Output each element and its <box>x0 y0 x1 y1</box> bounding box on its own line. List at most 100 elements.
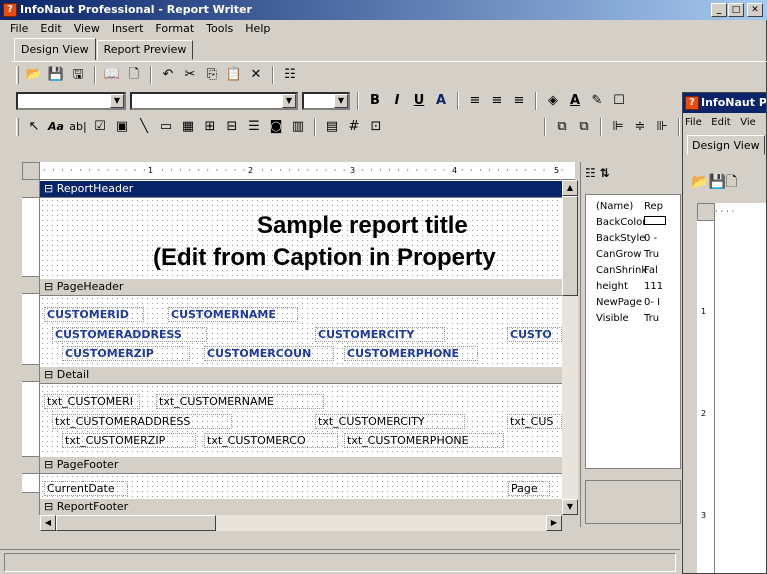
print-preview-icon[interactable]: 🗋 <box>125 66 143 84</box>
chart-tool-icon[interactable]: ▦ <box>179 118 197 136</box>
label-customercity[interactable]: CUSTOMERCITY <box>315 327 445 342</box>
bring-front-icon[interactable]: ⧉ <box>553 118 571 136</box>
menu-file[interactable]: File <box>4 20 34 38</box>
band-page-footer[interactable]: ⊟ PageFooter <box>40 456 562 474</box>
scroll-left-icon[interactable]: ◀ <box>40 515 56 531</box>
menu-tools[interactable]: Tools <box>200 20 239 38</box>
pagebreak-tool-icon[interactable]: ⊟ <box>223 118 241 136</box>
scroll-right-icon[interactable]: ▶ <box>546 515 562 531</box>
band-page-header[interactable]: ⊟ PageHeader <box>40 278 562 296</box>
copy-icon[interactable]: ⎘ <box>203 66 221 84</box>
menu-edit[interactable]: Edit <box>34 20 67 38</box>
ole-tool-icon[interactable]: ◙ <box>267 118 285 136</box>
save-icon[interactable]: 💾 <box>708 174 725 190</box>
label-customerid[interactable]: CUSTOMERID <box>44 307 144 322</box>
label-tool-icon[interactable]: Aa <box>47 118 65 136</box>
menu-file[interactable]: File <box>685 117 702 128</box>
report-title-line2[interactable]: (Edit from Caption in Property <box>153 244 496 272</box>
second-window-title-bar[interactable]: ? InfoNaut P <box>683 93 766 113</box>
bold-icon[interactable]: B <box>366 92 384 110</box>
alphabetical-sort-icon[interactable]: ⇅ <box>600 166 610 180</box>
tab-design-view[interactable]: Design View <box>687 135 765 155</box>
undo-icon[interactable]: ↶ <box>159 66 177 84</box>
band-detail[interactable]: ⊟ Detail <box>40 366 562 384</box>
align-left-icon[interactable]: ≡ <box>466 92 484 110</box>
horizontal-scrollbar[interactable]: ◀ ▶ <box>40 515 562 531</box>
textbox-customerzip[interactable]: txt_CUSTOMERZIP <box>62 433 196 448</box>
menu-insert[interactable]: Insert <box>106 20 150 38</box>
textbox-customername[interactable]: txt_CUSTOMERNAME <box>156 394 324 409</box>
label-customerphone[interactable]: CUSTOMERPHONE <box>344 346 478 361</box>
menu-format[interactable]: Format <box>149 20 200 38</box>
save-icon[interactable]: 💾 <box>47 66 65 84</box>
border-icon[interactable]: ☐ <box>610 92 628 110</box>
scroll-up-icon[interactable]: ▲ <box>562 180 578 196</box>
font-name-combo[interactable]: ▼ <box>130 92 298 110</box>
scroll-thumb[interactable] <box>562 196 578 296</box>
line-color-icon[interactable]: ✎ <box>588 92 606 110</box>
textbox-customercountry[interactable]: txt_CUSTOMERCO <box>204 433 338 448</box>
minimize-button[interactable]: _ <box>711 3 727 17</box>
richtext-tool-icon[interactable]: ▤ <box>323 118 341 136</box>
checkbox-tool-icon[interactable]: ☑ <box>91 118 109 136</box>
vertical-scrollbar[interactable]: ▲ ▼ <box>562 180 578 515</box>
band-report-footer[interactable]: ⊟ ReportFooter <box>40 498 562 515</box>
report-canvas[interactable]: ⊟ ReportHeader Sample report title (Edit… <box>40 180 562 515</box>
paste-icon[interactable]: 📋 <box>225 66 243 84</box>
chevron-down-icon[interactable]: ▼ <box>110 94 124 108</box>
line-tool-icon[interactable]: ╲ <box>135 118 153 136</box>
textbox-page-number[interactable]: Page <box>508 481 550 496</box>
table-tool-icon[interactable]: # <box>345 118 363 136</box>
open-icon[interactable]: 📂 <box>691 174 708 190</box>
textbox-customerphone[interactable]: txt_CUSTOMERPHONE <box>344 433 504 448</box>
menu-help[interactable]: Help <box>239 20 276 38</box>
tab-report-preview[interactable]: Report Preview <box>96 40 194 60</box>
fill-color-icon[interactable]: ◈ <box>544 92 562 110</box>
book-icon[interactable]: 📖 <box>103 66 121 84</box>
scroll-down-icon[interactable]: ▼ <box>562 499 578 515</box>
toolbar-grip[interactable] <box>16 66 19 84</box>
maximize-button[interactable]: □ <box>728 3 744 17</box>
text-color-icon[interactable]: A <box>566 92 584 110</box>
property-grid[interactable]: (Name) Rep BackColor BackStyle 0 - CanGrow… <box>585 194 681 469</box>
save-as-icon[interactable]: 🖫 <box>69 66 87 84</box>
image-tool-icon[interactable]: ▣ <box>113 118 131 136</box>
send-back-icon[interactable]: ⧉ <box>575 118 593 136</box>
align-center-icon[interactable]: ≡ <box>488 92 506 110</box>
tab-design-view[interactable]: Design View <box>14 38 96 60</box>
chevron-down-icon[interactable]: ▼ <box>334 94 348 108</box>
pointer-icon[interactable]: ↖ <box>25 118 43 136</box>
textbox-tool-icon[interactable]: ab| <box>69 118 87 136</box>
label-customerzip[interactable]: CUSTOMERZIP <box>62 346 190 361</box>
rectangle-tool-icon[interactable]: ▭ <box>157 118 175 136</box>
grid-icon[interactable]: ☷ <box>281 66 299 84</box>
menu-edit[interactable]: Edit <box>711 117 730 128</box>
band-report-header[interactable]: ⊟ ReportHeader <box>40 180 562 198</box>
textbox-customerid[interactable]: txt_CUSTOMERI <box>44 394 140 409</box>
menu-view[interactable]: Vie <box>740 117 756 128</box>
align-rights-icon[interactable]: ⊪ <box>653 118 671 136</box>
textbox-customercity[interactable]: txt_CUSTOMERCITY <box>315 414 465 429</box>
label-customercountry-trunc[interactable]: CUSTO <box>507 327 562 342</box>
style-combo[interactable]: ▼ <box>16 92 126 110</box>
align-lefts-icon[interactable]: ⊫ <box>609 118 627 136</box>
categorized-icon[interactable]: ☷ <box>585 166 596 180</box>
ruler-corner[interactable] <box>697 203 715 221</box>
textbox-customeraddress[interactable]: txt_CUSTOMERADDRESS <box>52 414 232 429</box>
barcode-tool-icon[interactable]: ▥ <box>289 118 307 136</box>
second-window[interactable]: ? InfoNaut P File Edit Vie Design View 📂… <box>682 92 767 574</box>
italic-icon[interactable]: I <box>388 92 406 110</box>
align-right-icon[interactable]: ≡ <box>510 92 528 110</box>
chevron-down-icon[interactable]: ▼ <box>282 94 296 108</box>
label-customercountry[interactable]: CUSTOMERCOUN <box>204 346 334 361</box>
delete-icon[interactable]: ✕ <box>247 66 265 84</box>
field-tool-icon[interactable]: ⊡ <box>367 118 385 136</box>
open-icon[interactable]: 📂 <box>25 66 43 84</box>
label-customername[interactable]: CUSTOMERNAME <box>168 307 298 322</box>
label-customeraddress[interactable]: CUSTOMERADDRESS <box>52 327 207 342</box>
font-size-combo[interactable]: ▼ <box>302 92 350 110</box>
textbox-current-date[interactable]: CurrentDate <box>44 481 128 496</box>
close-button[interactable]: ✕ <box>747 3 763 17</box>
cut-icon[interactable]: ✂ <box>181 66 199 84</box>
ruler-corner[interactable] <box>22 162 40 180</box>
